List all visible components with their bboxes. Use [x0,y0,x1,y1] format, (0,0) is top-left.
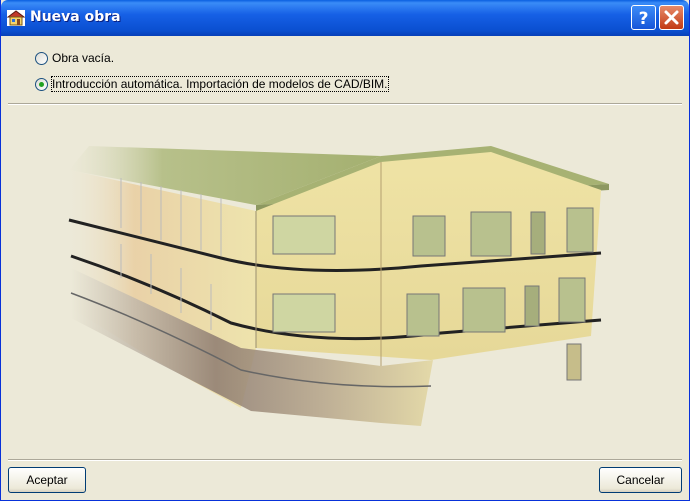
option-empty-project-label: Obra vacía. [52,51,115,65]
help-button[interactable]: ? [631,5,656,30]
building-3d-model-icon [68,146,609,426]
close-icon [664,10,679,25]
option-cad-bim-import-label: Introducción automática. Importación de … [51,76,389,92]
radio-empty-project[interactable] [35,51,48,65]
separator-top [8,103,682,105]
building-preview [1,108,689,456]
separator-bottom [8,459,682,461]
radio-cad-bim-import[interactable] [35,77,48,91]
help-icon: ? [639,9,649,29]
house-icon [7,10,25,26]
option-empty-project[interactable]: Obra vacía. [35,49,114,67]
close-button[interactable] [659,5,684,30]
window-title: Nueva obra [30,9,121,25]
title-bar[interactable]: Nueva obra ? [1,0,689,36]
dialog-window: Nueva obra ? Obra vacía. Introducción au… [0,0,690,501]
cancel-button[interactable]: Cancelar [599,467,682,493]
svg-text:?: ? [639,9,649,29]
radio-selected-dot [39,81,44,87]
accept-button[interactable]: Aceptar [8,467,86,493]
option-cad-bim-import[interactable]: Introducción automática. Importación de … [35,75,389,93]
